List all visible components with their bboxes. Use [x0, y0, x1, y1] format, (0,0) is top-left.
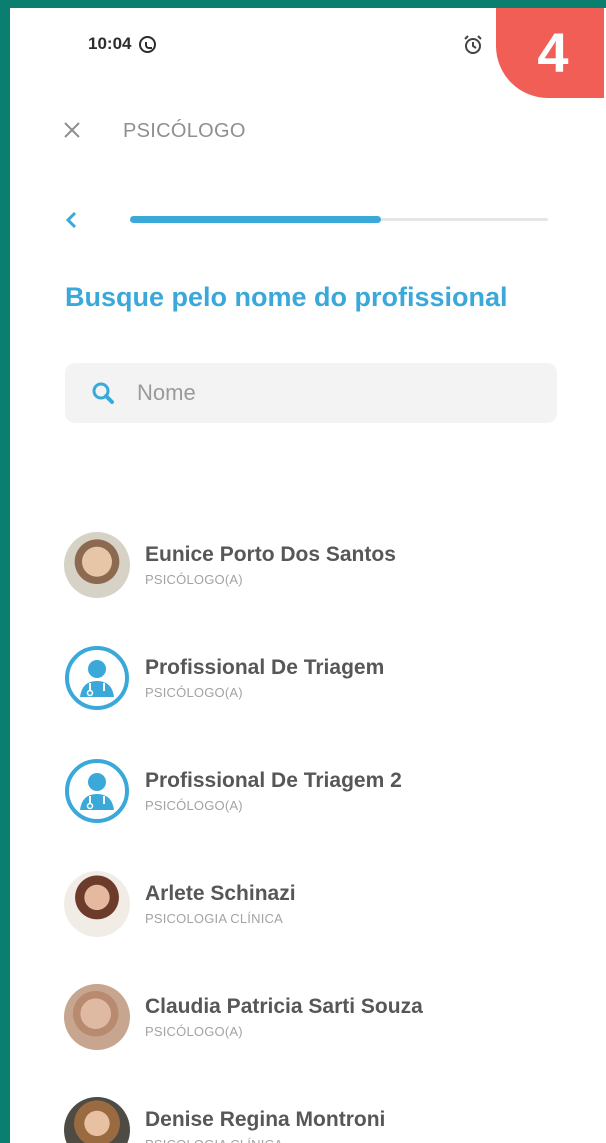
search-input[interactable] [135, 379, 519, 407]
progress-bar [130, 216, 548, 223]
avatar-photo [64, 983, 130, 1050]
professional-role: PSICOLOGIA CLÍNICA [145, 911, 283, 926]
page-title: PSICÓLOGO [123, 120, 246, 142]
professional-role: PSICÓLOGO(A) [145, 685, 243, 700]
professional-name: Arlete Schinazi [145, 882, 296, 905]
chevron-left-icon[interactable] [64, 210, 78, 230]
status-bar: 10:04 [88, 34, 157, 54]
close-icon[interactable] [62, 120, 82, 140]
professional-item[interactable]: Claudia Patricia Sarti Souza PSICÓLOGO(A… [64, 960, 584, 1073]
avatar-photo [64, 531, 130, 598]
professional-item[interactable]: Profissional De Triagem PSICÓLOGO(A) [64, 621, 584, 734]
professional-name: Eunice Porto Dos Santos [145, 543, 396, 566]
app-screen: 10:04 4 PSICÓLOGO Busque pelo nome do pr… [10, 8, 606, 1143]
doctor-placeholder-icon [64, 644, 130, 711]
search-icon [92, 382, 114, 404]
professional-item[interactable]: Eunice Porto Dos Santos PSICÓLOGO(A) [64, 508, 584, 621]
professional-role: PSICÓLOGO(A) [145, 572, 243, 587]
professional-role: PSICOLOGIA CLÍNICA [145, 1137, 385, 1143]
avatar-photo [64, 1096, 130, 1143]
doctor-placeholder-icon [64, 757, 130, 824]
avatar-photo [64, 870, 130, 937]
step-number-badge: 4 [496, 8, 604, 98]
search-heading: Busque pelo nome do profissional [65, 282, 508, 312]
professional-role: PSICÓLOGO(A) [145, 1024, 243, 1039]
status-time: 10:04 [88, 34, 132, 53]
professional-name: Denise Regina Montroni [145, 1108, 386, 1131]
alarm-icon [464, 35, 482, 54]
professional-name: Profissional De Triagem 2 [145, 769, 402, 792]
professional-item[interactable]: Denise Regina Montroni PSICOLOGIA CLÍNIC… [64, 1073, 584, 1143]
professional-name: Claudia Patricia Sarti Souza [145, 995, 423, 1018]
professional-item[interactable]: Arlete Schinazi PSICOLOGIA CLÍNICA [64, 847, 584, 960]
professional-role: PSICÓLOGO(A) [145, 798, 243, 813]
professional-item[interactable]: Profissional De Triagem 2 PSICÓLOGO(A) [64, 734, 584, 847]
professional-name: Profissional De Triagem [145, 656, 385, 679]
whatsapp-icon [139, 35, 157, 53]
search-bar[interactable] [65, 363, 557, 423]
professional-list: Eunice Porto Dos Santos PSICÓLOGO(A) Pro… [64, 508, 584, 1143]
progress-bar-fill [130, 216, 381, 223]
